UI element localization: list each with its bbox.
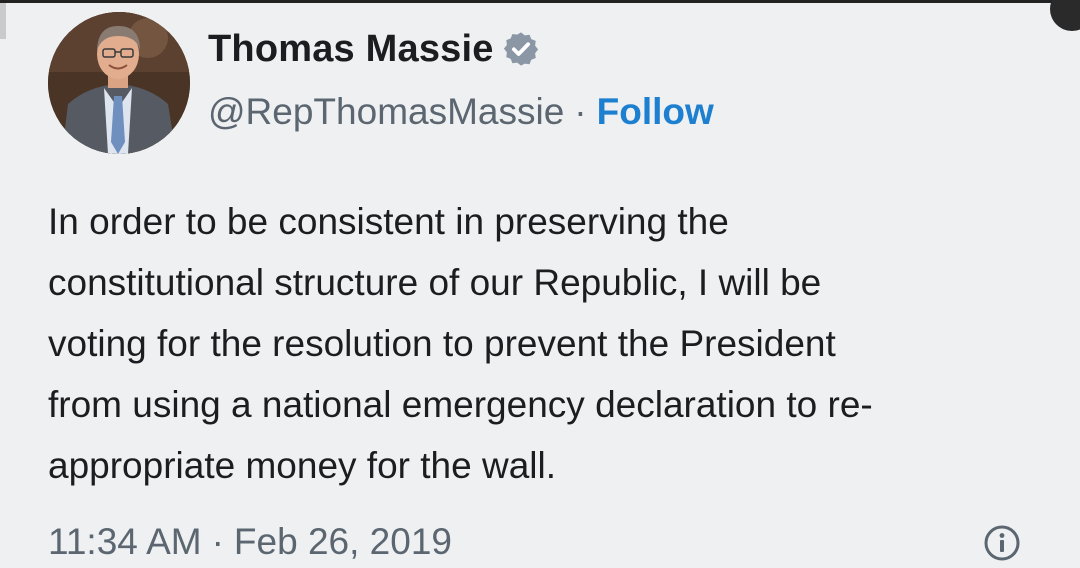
tweet-date: Feb 26, 2019 xyxy=(233,521,452,562)
tweet-text-line: constitutional structure of our Republic… xyxy=(48,262,822,303)
tweet-time: 11:34 AM xyxy=(48,521,202,562)
tweet-text: In order to be consistent in preserving … xyxy=(48,191,1048,496)
tweet-text-line: from using a national emergency declarat… xyxy=(48,384,873,425)
author-handle[interactable]: @RepThomasMassie xyxy=(208,91,564,133)
author-name-row: Thomas Massie xyxy=(208,25,540,73)
corner-shadow xyxy=(1050,0,1080,31)
tweet-timestamp[interactable]: 11:34 AM · Feb 26, 2019 xyxy=(48,517,452,567)
tweet-text-line: In order to be consistent in preserving … xyxy=(48,201,729,242)
avatar-photo xyxy=(48,12,190,154)
display-name[interactable]: Thomas Massie xyxy=(208,28,494,71)
tweet-text-line: appropriate money for the wall. xyxy=(48,445,556,486)
separator: · xyxy=(574,91,587,132)
handle-row: @RepThomasMassie · Follow xyxy=(208,88,714,136)
image-edge xyxy=(0,3,6,39)
avatar[interactable] xyxy=(48,12,190,154)
verified-badge-icon xyxy=(502,30,540,68)
info-icon[interactable] xyxy=(982,523,1022,563)
follow-button[interactable]: Follow xyxy=(597,91,714,133)
tweet-text-line: voting for the resolution to prevent the… xyxy=(48,323,836,364)
tweet-card: Thomas Massie @RepThomasMassie · Follow … xyxy=(0,0,1080,568)
separator: · xyxy=(211,521,224,562)
